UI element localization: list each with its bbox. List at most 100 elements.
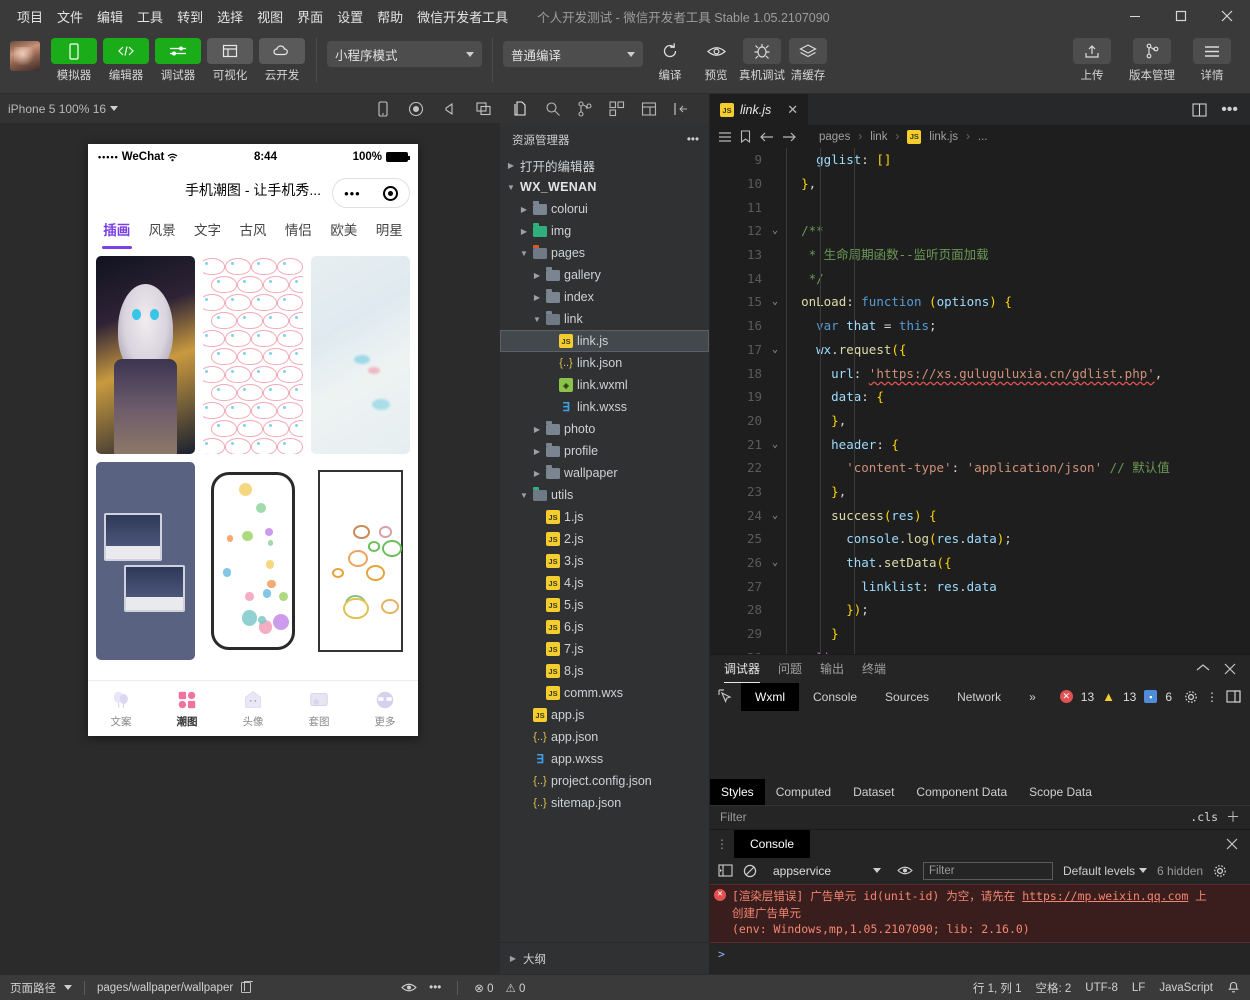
tree-item-8-js[interactable]: ▶JS8.js (500, 660, 709, 682)
console-filter-input[interactable]: Filter (923, 862, 1053, 880)
wxml-tree-body[interactable] (710, 711, 1250, 779)
page-path-label[interactable]: 页面路径 (10, 980, 56, 996)
debug-panel-tab-终端[interactable]: 终端 (862, 654, 886, 683)
tree-item-project-config-json[interactable]: ▶{..}project.config.json (500, 770, 709, 792)
mode-select[interactable]: 小程序模式 (327, 41, 482, 67)
toolbar-action-layers[interactable]: 清缓存 (785, 38, 831, 83)
toolbar-action-refresh[interactable]: 编译 (647, 38, 693, 83)
error-indicator[interactable]: ⊗ 0 (474, 981, 493, 995)
source-control-icon[interactable] (576, 100, 594, 118)
phone-category-tab-3[interactable]: 古风 (230, 213, 275, 245)
gallery-item-doodle-sticker-sheet[interactable] (203, 462, 302, 660)
tree-item-6-js[interactable]: ▶JS6.js (500, 616, 709, 638)
search-icon[interactable] (544, 100, 562, 118)
debug-panel-tab-问题[interactable]: 问题 (778, 654, 802, 683)
menu-item-0[interactable]: 项目 (10, 3, 50, 30)
console-output[interactable]: ✕ [渲染层错误] 广告单元 id(unit-id) 为空，请先在 https:… (710, 884, 1250, 974)
phone-category-tab-2[interactable]: 文字 (185, 213, 230, 245)
code-editor[interactable]: 9 10 11 12 ⌄ 13 14 15 ⌄ 16 17 ⌄ 18 19 20 21 ⌄ 22 23 24 ⌄ 25 26… (710, 148, 1250, 654)
toolbar-button-layout[interactable]: 可视化 (206, 38, 254, 83)
window-icon[interactable] (476, 102, 492, 116)
style-tab-dataset[interactable]: Dataset (842, 779, 905, 805)
tree-item-3-js[interactable]: ▶JS3.js (500, 550, 709, 572)
console-error-link[interactable]: https://mp.weixin.qq.com (1022, 889, 1188, 903)
capsule-more-icon[interactable]: ••• (344, 186, 361, 201)
tree-item-app-js[interactable]: ▶JSapp.js (500, 704, 709, 726)
code-content[interactable]: gglist: [] }, /** * 生命周期函数--监听页面加载 */ on… (768, 148, 1250, 654)
maximize-button[interactable] (1158, 0, 1204, 32)
tree-item-index[interactable]: ▶ index (500, 286, 709, 308)
gallery-item-dark-blue-photo-collage[interactable] (96, 462, 195, 660)
style-tab-styles[interactable]: Styles (710, 779, 765, 805)
encoding-setting[interactable]: UTF-8 (1085, 982, 1118, 994)
gallery-item-anime-girl-wallpaper[interactable] (96, 256, 195, 454)
target-icon[interactable] (383, 186, 398, 201)
tree-item-app-json[interactable]: ▶{..}app.json (500, 726, 709, 748)
tree-item-link-wxml[interactable]: ▶◈link.wxml (500, 374, 709, 396)
minimize-button[interactable] (1112, 0, 1158, 32)
close-icon[interactable]: ✕ (787, 102, 798, 118)
menu-item-8[interactable]: 设置 (330, 3, 370, 30)
breadcrumb-item-0[interactable]: pages (819, 131, 850, 143)
tree-item-7-js[interactable]: ▶JS7.js (500, 638, 709, 660)
tree-item-1-js[interactable]: ▶JS1.js (500, 506, 709, 528)
devtools-tab-network[interactable]: Network (943, 683, 1015, 711)
menu-item-6[interactable]: 视图 (250, 3, 290, 30)
devtools-tab-sources[interactable]: Sources (871, 683, 943, 711)
tree-item-utils[interactable]: ▼ utils (500, 484, 709, 506)
menu-item-2[interactable]: 编辑 (90, 3, 130, 30)
toolbar-button-cloud[interactable]: 云开发 (258, 38, 306, 83)
toolbar-action-eye[interactable]: 预览 (693, 38, 739, 83)
toolbar-button-debug-slider[interactable]: 调试器 (154, 38, 202, 83)
phone-tabbar-item-0[interactable]: 文案 (88, 689, 154, 729)
ellipsis-icon[interactable]: ••• (687, 134, 699, 146)
page-path-value[interactable]: pages/wallpaper/wallpaper (97, 982, 233, 994)
toolbar-branch[interactable]: 版本管理 (1124, 38, 1180, 83)
phone-rotate-icon[interactable] (376, 101, 390, 117)
eye-icon[interactable] (897, 865, 913, 876)
tree-item-link-js[interactable]: ▶JSlink.js (500, 330, 709, 352)
breadcrumb-item-1[interactable]: link (870, 131, 887, 143)
drag-dots-icon[interactable]: ⋮ (710, 830, 734, 858)
chevron-right-double-icon[interactable]: » (1015, 683, 1050, 711)
toolbar-button-code[interactable]: 编辑器 (102, 38, 150, 83)
volume-icon[interactable] (442, 102, 458, 116)
tree-item-comm-wxs[interactable]: ▶JScomm.wxs (500, 682, 709, 704)
bookmark-icon[interactable] (740, 130, 751, 143)
menu-item-3[interactable]: 工具 (130, 3, 170, 30)
devtools-tab-wxml[interactable]: Wxml (741, 683, 799, 711)
forward-arrow-icon[interactable] (782, 131, 797, 143)
menu-item-7[interactable]: 界面 (290, 3, 330, 30)
phone-category-tab-1[interactable]: 风景 (139, 213, 184, 245)
breadcrumb-item-3[interactable]: ... (978, 131, 988, 143)
menu-item-9[interactable]: 帮助 (370, 3, 410, 30)
toolbar-button-phone[interactable]: 模拟器 (50, 38, 98, 83)
console-prompt[interactable]: > (710, 943, 1250, 965)
menu-item-4[interactable]: 转到 (170, 3, 210, 30)
tree-item-link[interactable]: ▼ link (500, 308, 709, 330)
kebab-menu-icon[interactable]: ⋮ (1206, 690, 1218, 704)
inspect-element-icon[interactable] (710, 683, 741, 711)
warning-indicator[interactable]: ⚠ 0 (506, 981, 526, 995)
language-mode[interactable]: JavaScript (1159, 982, 1213, 994)
cls-toggle[interactable]: .cls (1190, 810, 1218, 824)
style-tab-scope-data[interactable]: Scope Data (1018, 779, 1103, 805)
console-error-message[interactable]: ✕ [渲染层错误] 广告单元 id(unit-id) 为空，请先在 https:… (710, 884, 1250, 943)
list-icon[interactable] (718, 131, 732, 143)
phone-category-tab-5[interactable]: 欧美 (321, 213, 366, 245)
tree-item-pages[interactable]: ▼ pages (500, 242, 709, 264)
menu-item-10[interactable]: 微信开发者工具 (410, 3, 515, 30)
plus-icon[interactable]: ＋ (1226, 807, 1240, 827)
tree-item-sitemap-json[interactable]: ▶{..}sitemap.json (500, 792, 709, 814)
toolbar-action-bug[interactable]: 真机调试 (739, 38, 785, 83)
record-icon[interactable] (408, 101, 424, 117)
debug-panel-tab-调试器[interactable]: 调试器 (724, 654, 760, 683)
tree-item-profile[interactable]: ▶ profile (500, 440, 709, 462)
phone-category-tab-6[interactable]: 明星 (367, 213, 412, 245)
phone-tabbar-item-2[interactable]: 头像 (220, 689, 286, 729)
phone-tabbar-item-4[interactable]: 更多 (352, 689, 418, 729)
tree-item-4-js[interactable]: ▶JS4.js (500, 572, 709, 594)
files-icon[interactable] (512, 100, 530, 118)
indent-setting[interactable]: 空格: 2 (1036, 980, 1072, 996)
ellipsis-icon[interactable]: ••• (1221, 101, 1238, 119)
